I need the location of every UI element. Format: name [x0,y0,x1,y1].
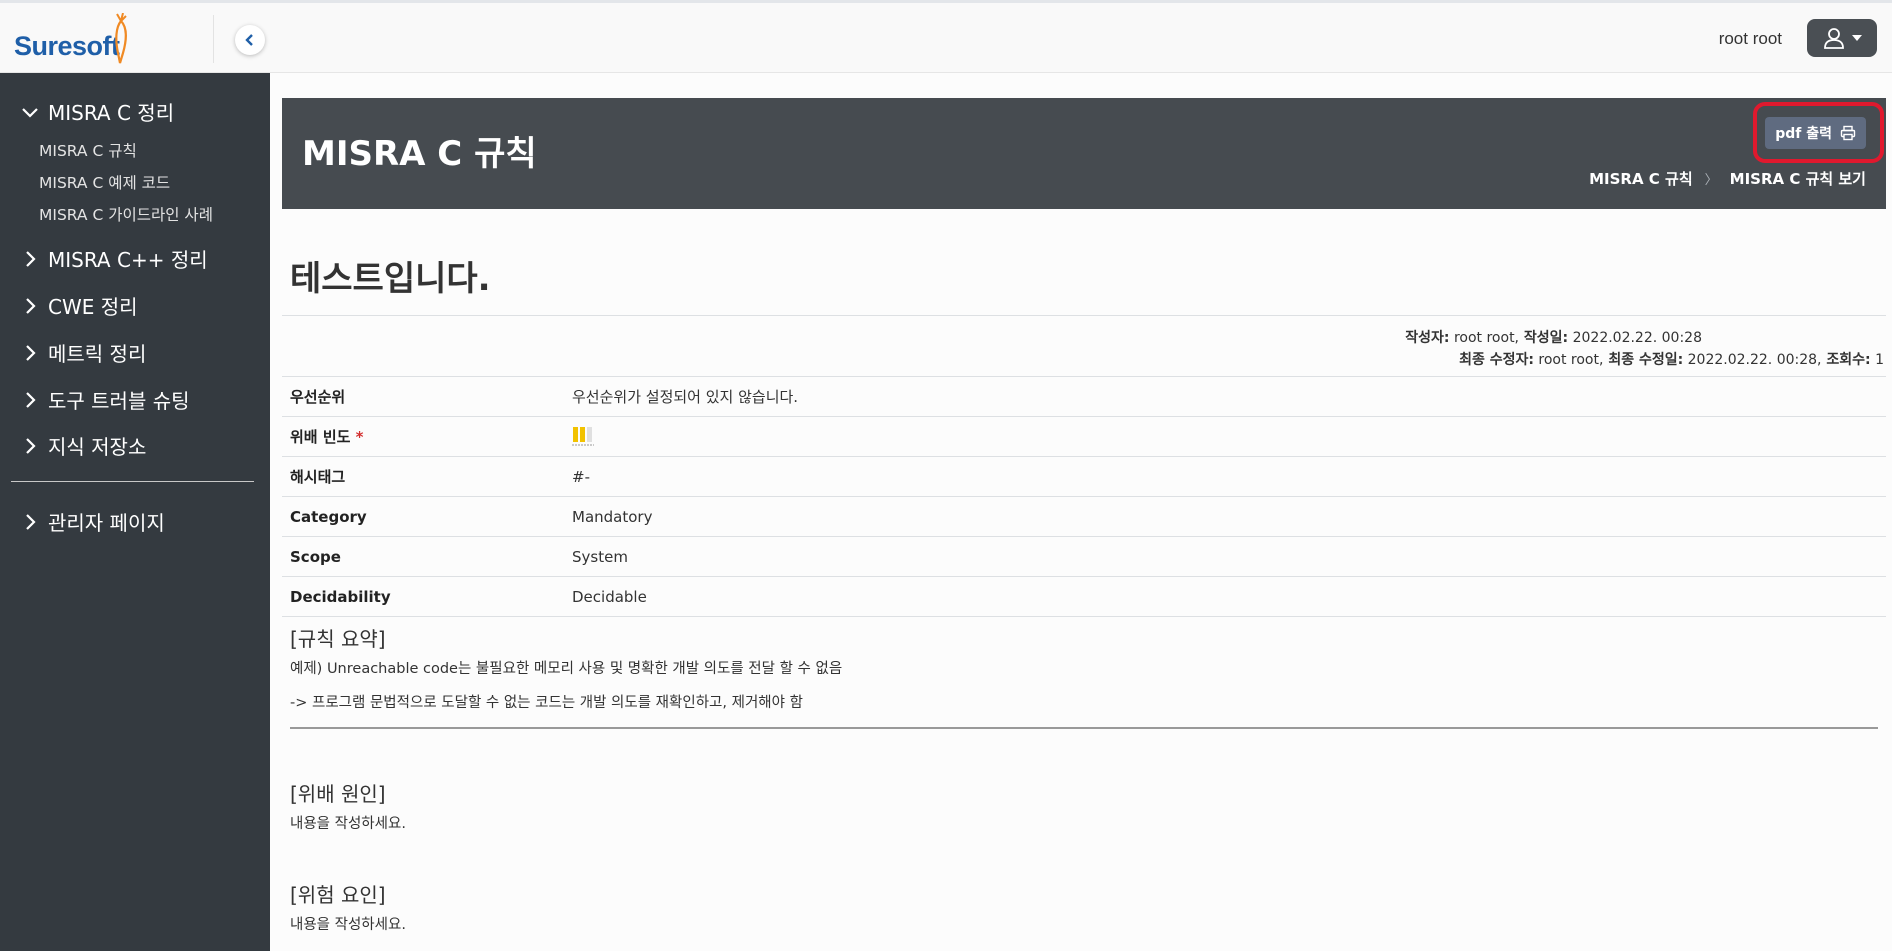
field-value: #- [572,467,590,486]
sidebar-divider [11,481,254,482]
divider [282,616,1886,617]
field-label: 우선순위 [290,388,346,406]
breadcrumb-chevron-icon: 〉 [1704,173,1718,188]
field-label: 위배 빈도 * [290,426,364,447]
chevron-right-icon [26,437,36,454]
printer-icon [1840,125,1856,141]
breadcrumb-item-current: MISRA C 규칙 보기 [1729,170,1866,188]
sidebar-group-misra-cpp[interactable]: MISRA C++ 정리 [20,244,208,273]
field-label: Category [290,507,367,526]
chevron-left-icon [245,34,253,46]
pdf-export-label: pdf 출력 [1775,126,1832,142]
header-divider [213,15,214,63]
main-content: MISRA C 규칙 pdf 출력 MISRA C 규칙 〉 MISRA C 규… [270,73,1892,951]
sidebar: MISRA C 정리 MISRA C 규칙 MISRA C 예제 코드 MISR… [0,73,270,951]
chevron-right-icon [26,344,36,361]
sidebar-group-label: MISRA C++ 정리 [48,248,208,272]
sidebar-group-metrics[interactable]: 메트릭 정리 [20,338,146,367]
frequency-meter [572,425,596,451]
field-row-category: Category Mandatory [282,496,1886,536]
chevron-right-icon [26,250,36,267]
section-text: 내용을 작성하세요. [290,917,406,933]
author-label: 작성자: [1405,330,1450,346]
user-icon [1824,28,1844,49]
field-label-text: 위배 빈도 [290,428,351,446]
frequency-bar [573,427,578,442]
sidebar-item-misra-c-rules[interactable]: MISRA C 규칙 [39,139,137,161]
page-title: MISRA C 규칙 [302,134,537,174]
sidebar-group-label: 메트릭 정리 [48,342,147,366]
user-name: root root [1718,29,1782,48]
chevron-right-icon [26,513,36,530]
required-mark: * [355,428,364,446]
field-value: Decidable [572,587,647,606]
section-heading-violation-cause: [위배 원인] [290,782,386,806]
field-row-priority: 우선순위 우선순위가 설정되어 있지 않습니다. [282,376,1886,416]
field-value: 우선순위가 설정되어 있지 않습니다. [572,388,799,406]
sidebar-group-label: 도구 트러블 슈팅 [48,389,190,413]
views-label: 조회수: [1821,352,1871,368]
sidebar-group-label: 지식 저장소 [48,435,147,459]
section-divider [290,727,1878,729]
field-row-decidability: Decidability Decidable [282,576,1886,616]
chevron-down-icon [1852,35,1862,41]
sidebar-group-label: CWE 정리 [48,295,138,319]
modifier-meta: 최종 수정자: root root, 최종 수정일: 2022.02.22. 0… [1459,349,1884,369]
field-value: System [572,547,628,566]
top-header: Suresoft root root [0,0,1892,73]
carrot-logo-icon [115,13,127,64]
frequency-meter-graphic [572,427,594,446]
modifier-value: root root, [1533,352,1604,368]
field-row-hashtag: 해시태그 #- [282,456,1886,496]
field-label: Scope [290,547,341,566]
sidebar-group-knowledge-base[interactable]: 지식 저장소 [20,431,146,460]
frequency-bar [587,427,592,442]
user-menu-button[interactable] [1807,19,1877,57]
created-value: 2022.02.22. 00:28 [1568,330,1702,346]
document-title: 테스트입니다. [290,259,491,299]
section-heading-rule-summary: [규칙 요약] [290,627,386,651]
chevron-right-icon [26,297,36,314]
modified-label: 최종 수정일: [1603,352,1684,368]
sidebar-group-admin[interactable]: 관리자 페이지 [20,507,165,536]
breadcrumb-item[interactable]: MISRA C 규칙 [1589,168,1693,189]
section-heading-risk-factor: [위험 요인] [290,883,386,907]
divider [282,315,1886,316]
chevron-right-icon [26,391,36,408]
sidebar-group-cwe[interactable]: CWE 정리 [20,291,138,320]
page-banner: MISRA C 규칙 pdf 출력 MISRA C 규칙 〉 MISRA C 규… [282,98,1886,209]
logo-text: Suresoft [14,31,120,61]
sidebar-group-tool-troubleshooting[interactable]: 도구 트러블 슈팅 [20,385,190,414]
author-value: root root, [1449,330,1520,346]
sidebar-item-misra-c-examples[interactable]: MISRA C 예제 코드 [39,171,170,193]
sidebar-item-misra-c-guideline-cases[interactable]: MISRA C 가이드라인 사례 [39,203,213,225]
modifier-label: 최종 수정자: [1459,352,1534,368]
field-row-scope: Scope System [282,536,1886,576]
section-text: -> 프로그램 문법적으로 도달할 수 없는 코드는 개발 의도를 재확인하고,… [290,695,803,711]
field-row-violation-frequency: 위배 빈도 * [282,416,1886,456]
section-text: 내용을 작성하세요. [290,816,406,832]
section-text: 예제) Unreachable code는 불필요한 메모리 사용 및 명확한 … [290,661,843,677]
sidebar-group-misra-c[interactable]: MISRA C 정리 [20,97,174,126]
created-label: 작성일: [1519,330,1569,346]
author-meta: 작성자: root root, 작성일: 2022.02.22. 00:28 [1405,327,1702,347]
breadcrumb: MISRA C 규칙 〉 MISRA C 규칙 보기 [1589,168,1866,189]
chevron-down-icon [22,107,38,118]
sidebar-collapse-button[interactable] [235,25,265,55]
field-label: 해시태그 [290,468,346,486]
pdf-export-button[interactable]: pdf 출력 [1765,117,1866,149]
frequency-bar [580,427,585,442]
field-value: Mandatory [572,507,653,526]
sidebar-group-label: 관리자 페이지 [48,511,165,535]
modified-value: 2022.02.22. 00:28, [1683,352,1822,368]
views-value: 1 [1870,352,1884,368]
suresoft-logo[interactable]: Suresoft [14,13,134,65]
field-label: Decidability [290,587,391,606]
sidebar-group-label: MISRA C 정리 [48,101,175,125]
